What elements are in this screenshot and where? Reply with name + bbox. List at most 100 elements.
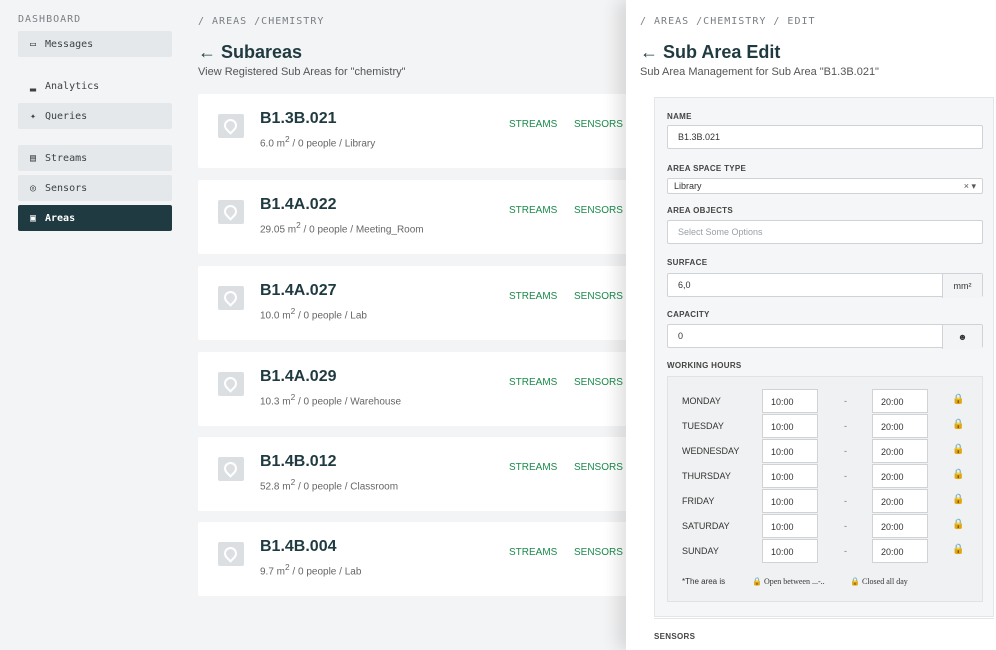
legend-prefix: *The area is [682,577,726,586]
time-to-input[interactable]: 20:00 [872,389,928,413]
streams-link[interactable]: STREAMS [509,547,557,558]
capacity-field[interactable]: 0 ☻ [667,324,983,349]
time-to-input[interactable]: 20:00 [872,489,928,513]
day-row: FRIDAY 10:00 - 20:00 🔒 [668,489,988,513]
time-from-input[interactable]: 10:00 [762,514,818,538]
breadcrumb: / AREAS /CHEMISTRY [198,16,325,27]
time-to-input[interactable]: 20:00 [872,414,928,438]
day-row: SUNDAY 10:00 - 20:00 🔒 [668,539,988,563]
area-card[interactable]: B1.4A.027 10.0 m2 / 0 people / Lab STREA… [198,266,638,340]
area-name: B1.4B.012 [260,453,337,470]
day-row: THURSDAY 10:00 - 20:00 🔒 [668,464,988,488]
sidebar-item-queries[interactable]: ✦ Queries [18,103,172,129]
area-meta: 10.3 m2 / 0 people / Warehouse [260,392,402,408]
area-card[interactable]: B1.4A.029 10.3 m2 / 0 people / Warehouse… [198,352,638,426]
time-from-input[interactable]: 10:00 [762,389,818,413]
sensors-link[interactable]: SENSORS [574,205,623,216]
day-label: THURSDAY [682,471,731,481]
lock-icon[interactable]: 🔒 [952,394,964,405]
time-to-input[interactable]: 20:00 [872,514,928,538]
range-separator: - [844,446,847,456]
streams-link[interactable]: STREAMS [509,291,557,302]
time-to-input[interactable]: 20:00 [872,539,928,563]
sidebar-item-label: Sensors [45,182,88,194]
area-card[interactable]: B1.4B.004 9.7 m2 / 0 people / Lab STREAM… [198,522,638,596]
lock-icon[interactable]: 🔒 [952,494,964,505]
legend-closed: 🔒 Closed all day [850,577,908,586]
page-title[interactable]: ← Subareas [198,42,302,63]
sensors-link[interactable]: SENSORS [574,291,623,302]
sensors-link[interactable]: SENSORS [574,462,623,473]
lock-icon[interactable]: 🔒 [952,444,964,455]
sensors-link[interactable]: SENSORS [574,547,623,558]
range-separator: - [844,546,847,556]
sidebar-item-analytics[interactable]: ▂ Analytics [18,73,172,99]
legend-open: 🔒 Open between ...-.. [752,577,825,586]
area-card[interactable]: B1.4A.022 29.05 m2 / 0 people / Meeting_… [198,180,638,254]
capacity-value: 0 [678,331,684,341]
streams-link[interactable]: STREAMS [509,205,557,216]
panel-title[interactable]: ← Sub Area Edit [640,42,780,63]
inbox-icon: ▭ [29,38,37,50]
day-label: MONDAY [682,396,721,406]
lock-icon[interactable]: 🔒 [952,544,964,555]
time-from-input[interactable]: 10:00 [762,489,818,513]
lock-icon[interactable]: 🔒 [952,419,964,430]
location-pin-icon [218,372,244,396]
breadcrumb: / AREAS /CHEMISTRY / EDIT [640,16,816,27]
sensors-label: SENSORS [654,632,696,641]
day-label: WEDNESDAY [682,446,740,456]
area-name: B1.3B.021 [260,110,337,127]
area-card[interactable]: B1.3B.021 6.0 m2 / 0 people / Library ST… [198,94,638,168]
sidebar-item-label: Messages [45,38,94,50]
sub-area-form: NAME B1.3B.021 AREA SPACE TYPE Library ×… [654,97,994,617]
lock-icon: 🔒 [752,577,762,586]
sidebar-item-sensors[interactable]: ◎ Sensors [18,175,172,201]
sidebar-item-areas[interactable]: ▣ Areas [18,205,172,231]
streams-link[interactable]: STREAMS [509,462,557,473]
surface-value: 6,0 [678,280,691,290]
range-separator: - [844,496,847,506]
sidebar: DASHBOARD ▭ Messages ▂ Analytics ✦ Queri… [0,0,190,650]
day-label: FRIDAY [682,496,715,506]
streams-link[interactable]: STREAMS [509,377,557,388]
objects-multiselect[interactable]: Select Some Options [667,220,983,244]
time-from-input[interactable]: 10:00 [762,439,818,463]
time-to-input[interactable]: 20:00 [872,439,928,463]
range-separator: - [844,396,847,406]
sidebar-item-label: Streams [45,152,88,164]
clear-icon[interactable]: × ▾ [964,181,976,192]
surface-unit: mm² [942,274,982,298]
location-pin-icon [218,286,244,310]
time-from-input[interactable]: 10:00 [762,539,818,563]
lock-icon[interactable]: 🔒 [952,469,964,480]
day-label: SUNDAY [682,546,719,556]
person-icon: ☻ [942,325,982,349]
sensors-link[interactable]: SENSORS [574,377,623,388]
sidebar-item-label: Analytics [45,80,100,92]
space-type-value: Library [674,181,702,191]
capacity-label: CAPACITY [667,310,710,319]
area-name: B1.4A.029 [260,368,337,385]
sidebar-title: DASHBOARD [18,14,82,25]
time-from-input[interactable]: 10:00 [762,414,818,438]
sensors-link[interactable]: SENSORS [574,119,623,130]
location-pin-icon [218,542,244,566]
sidebar-item-messages[interactable]: ▭ Messages [18,31,172,57]
streams-link[interactable]: STREAMS [509,119,557,130]
time-to-input[interactable]: 20:00 [872,464,928,488]
name-field[interactable]: B1.3B.021 [667,125,983,149]
sidebar-item-streams[interactable]: ▤ Streams [18,145,172,171]
location-pin-icon [218,457,244,481]
name-label: NAME [667,112,692,121]
surface-field[interactable]: 6,0 mm² [667,273,983,298]
time-from-input[interactable]: 10:00 [762,464,818,488]
lock-icon: 🔒 [850,577,860,586]
range-separator: - [844,521,847,531]
sidebar-item-label: Queries [45,110,88,122]
location-pin-icon [218,200,244,224]
space-type-select[interactable]: Library × ▾ [667,178,983,194]
area-card[interactable]: B1.4B.012 52.8 m2 / 0 people / Classroom… [198,437,638,511]
subareas-main: / AREAS /CHEMISTRY ← Subareas View Regis… [198,0,638,650]
lock-icon[interactable]: 🔒 [952,519,964,530]
